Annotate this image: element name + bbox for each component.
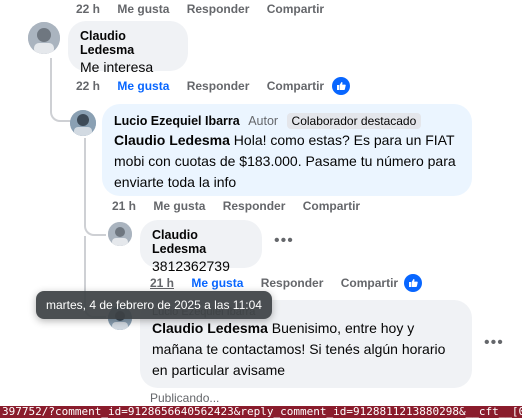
comment-actions: 21 h Me gusta Responder Compartir — [150, 276, 412, 290]
comment-time[interactable]: 22 h — [76, 2, 100, 16]
mention-link[interactable]: Claudio Ledesma — [114, 132, 230, 148]
avatar[interactable] — [28, 22, 60, 54]
share-button[interactable]: Compartir — [341, 276, 398, 290]
comment-author[interactable]: Claudio Ledesma — [80, 29, 176, 57]
thread-line — [84, 138, 86, 220]
status-url: 397752/?comment_id=9128656640562423&repl… — [2, 406, 522, 418]
avatar-photo — [28, 22, 60, 54]
comment-text: Claudio Ledesma Hola! como estas? Es par… — [114, 130, 460, 193]
badge[interactable]: Colaborador destacado — [286, 113, 422, 129]
reply-button[interactable]: Responder — [261, 276, 324, 290]
thread-elbow — [50, 96, 70, 122]
comment-text: 3812362739 — [152, 258, 230, 274]
comment-author[interactable]: Lucio Ezequiel Ibarra — [114, 114, 240, 128]
comment-actions: 22 h Me gusta Responder Compartir — [76, 79, 338, 93]
tooltip-text: martes, 4 de febrero de 2025 a las 11:04 — [46, 298, 262, 312]
timestamp-tooltip: martes, 4 de febrero de 2025 a las 11:04 — [36, 291, 272, 319]
avatar[interactable] — [70, 110, 96, 136]
publishing-status: Publicando... — [150, 391, 220, 405]
thumbs-up-icon[interactable] — [332, 77, 350, 95]
avatar-photo — [108, 222, 132, 246]
like-button[interactable]: Me gusta — [153, 199, 205, 213]
comment-time[interactable]: 22 h — [76, 79, 100, 93]
comment-bubble-highlighted: Lucio Ezequiel Ibarra Autor Colaborador … — [102, 104, 472, 196]
mention-link[interactable]: Claudio Ledesma — [152, 320, 268, 336]
share-button[interactable]: Compartir — [303, 199, 360, 213]
comment-time[interactable]: 21 h — [112, 199, 136, 213]
comment-time[interactable]: 21 h — [150, 276, 174, 290]
like-button[interactable]: Me gusta — [117, 79, 169, 93]
thumbs-up-icon[interactable] — [404, 274, 422, 292]
comment-text: Me interesa — [80, 59, 154, 75]
comment-author[interactable]: Claudio Ledesma — [152, 228, 250, 256]
reply-button[interactable]: Responder — [187, 2, 250, 16]
comment-bubble: Claudio Ledesma 3812362739 — [140, 220, 262, 274]
more-options-icon[interactable]: ••• — [274, 232, 294, 250]
reply-button[interactable]: Responder — [223, 199, 286, 213]
comment-bubble: Claudio Ledesma Me interesa — [68, 21, 188, 75]
more-options-icon[interactable]: ••• — [484, 334, 504, 352]
comment-actions: 21 h Me gusta Responder Compartir — [112, 199, 374, 213]
thread-line — [84, 236, 86, 296]
avatar-photo — [70, 110, 96, 136]
comment-header: Lucio Ezequiel Ibarra Autor Colaborador … — [114, 112, 460, 130]
share-button[interactable]: Compartir — [267, 79, 324, 93]
avatar[interactable] — [108, 222, 132, 246]
like-button[interactable]: Me gusta — [191, 276, 243, 290]
status-bar-url: 397752/?comment_id=9128656640562423&repl… — [0, 406, 522, 418]
author-role: Autor — [248, 114, 279, 128]
thread-line — [50, 58, 52, 98]
like-button[interactable]: Me gusta — [117, 2, 169, 16]
reply-button[interactable]: Responder — [187, 79, 250, 93]
comment-actions: 22 h Me gusta Responder Compartir — [76, 2, 338, 16]
comment-text: Claudio Ledesma Buenisimo, entre hoy y m… — [152, 318, 460, 381]
share-button[interactable]: Compartir — [267, 2, 324, 16]
thread-elbow — [84, 218, 106, 236]
